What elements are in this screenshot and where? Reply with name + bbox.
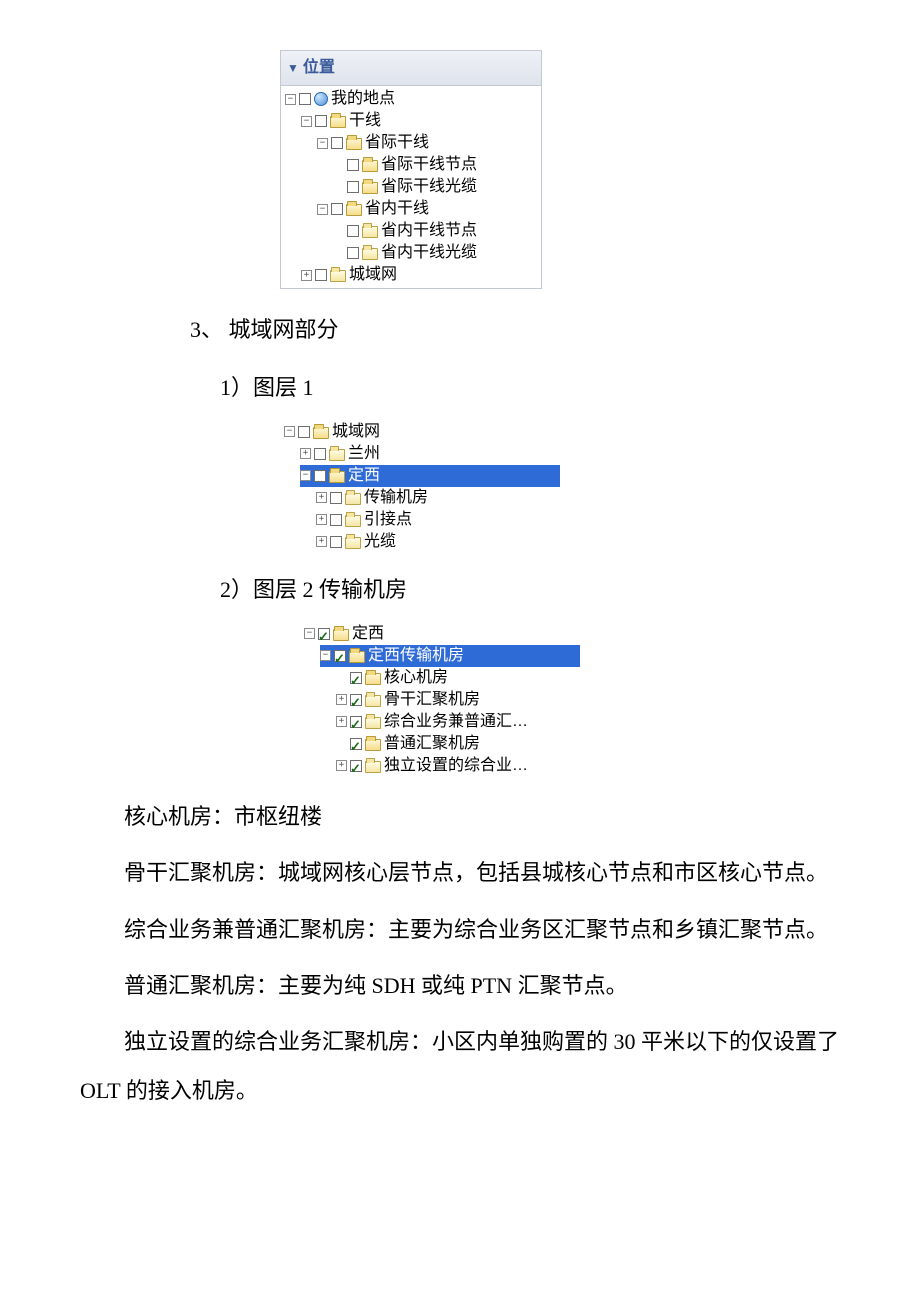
checkbox-checked[interactable]	[350, 672, 362, 684]
tree-item-man[interactable]: + 城域网	[301, 264, 541, 286]
minus-icon[interactable]: −	[301, 116, 312, 127]
minus-icon[interactable]: −	[300, 470, 311, 481]
tree-item-independent-room[interactable]: + 独立设置的综合业…	[336, 755, 580, 777]
spacer	[336, 672, 347, 683]
checkbox[interactable]	[331, 203, 343, 215]
folder-open-icon	[349, 651, 365, 663]
plus-icon[interactable]: +	[316, 514, 327, 525]
minus-icon[interactable]: −	[317, 138, 328, 149]
folder-open-icon	[329, 471, 345, 483]
checkbox[interactable]	[347, 181, 359, 193]
minus-icon[interactable]: −	[285, 94, 296, 105]
spacer	[336, 738, 347, 749]
plus-icon[interactable]: +	[336, 760, 347, 771]
folder-closed-icon	[330, 270, 346, 282]
tree-body: − 我的地点 − 干线	[280, 86, 542, 289]
checkbox[interactable]	[299, 93, 311, 105]
tree-item-man-root[interactable]: − 城域网	[284, 421, 560, 443]
folder-open-icon	[330, 116, 346, 128]
para-mixed-room: 综合业务兼普通汇聚机房：主要为综合业务区汇聚节点和乡镇汇聚节点。	[80, 906, 840, 954]
spacer	[333, 248, 344, 259]
folder-closed-icon	[345, 537, 361, 549]
folder-closed-icon	[365, 717, 381, 729]
folder-closed-icon	[345, 515, 361, 527]
layer1-tree-panel: − 城域网 + 兰州	[280, 419, 560, 555]
tree-root: − 城域网 + 兰州	[284, 421, 560, 553]
globe-icon	[314, 92, 328, 106]
checkbox[interactable]	[330, 514, 342, 526]
checkbox-checked[interactable]	[350, 694, 362, 706]
spacer	[333, 160, 344, 171]
tree-item-my-places[interactable]: − 我的地点	[285, 88, 541, 110]
plus-icon[interactable]: +	[300, 448, 311, 459]
folder-closed-icon	[345, 493, 361, 505]
plus-icon[interactable]: +	[336, 716, 347, 727]
plus-icon[interactable]: +	[336, 694, 347, 705]
folder-open-icon	[333, 629, 349, 641]
folder-open-icon	[346, 204, 362, 216]
checkbox-checked[interactable]	[350, 716, 362, 728]
folder-open-icon	[362, 182, 378, 194]
tree-item-dingxi-transroom[interactable]: − 定西传输机房	[320, 645, 580, 667]
tree-root: − 我的地点 − 干线	[285, 88, 541, 286]
checkbox[interactable]	[298, 426, 310, 438]
location-tree-panel: ▼ 位置 − 我的地点 − 干线	[280, 50, 840, 289]
checkbox[interactable]	[330, 536, 342, 548]
folder-open-icon	[346, 138, 362, 150]
minus-icon[interactable]: −	[304, 628, 315, 639]
para-independent-room: 独立设置的综合业务汇聚机房：小区内单独购置的 30 平米以下的仅设置了 OLT …	[80, 1018, 840, 1115]
folder-open-icon	[313, 427, 329, 439]
folder-closed-icon	[362, 248, 378, 260]
folder-closed-icon	[365, 695, 381, 707]
tree-item-dingxi[interactable]: − 定西	[300, 465, 560, 487]
checkbox[interactable]	[314, 448, 326, 460]
checkbox-checked[interactable]	[350, 760, 362, 772]
checkbox[interactable]	[347, 159, 359, 171]
tree-item-lanzhou[interactable]: + 兰州	[300, 443, 560, 465]
spacer	[333, 182, 344, 193]
para-backbone-room: 骨干汇聚机房：城域网核心层节点，包括县城核心节点和市区核心节点。	[80, 849, 840, 897]
checkbox[interactable]	[331, 137, 343, 149]
tree-body: − 城域网 + 兰州	[280, 419, 560, 555]
checkbox[interactable]	[347, 225, 359, 237]
tree-item-transroom[interactable]: + 传输机房	[316, 487, 560, 509]
spacer	[333, 226, 344, 237]
tree-item-cable[interactable]: + 光缆	[316, 531, 560, 553]
sub-heading-layer1: 1）图层 1	[220, 367, 840, 409]
section-3-heading: 3、 城域网部分	[190, 309, 840, 351]
folder-open-icon	[365, 739, 381, 751]
checkbox[interactable]	[314, 470, 326, 482]
checkbox[interactable]	[347, 247, 359, 259]
layer2-tree-panel: − 定西 − 定西传输机房	[300, 621, 580, 779]
minus-icon[interactable]: −	[284, 426, 295, 437]
para-common-room: 普通汇聚机房：主要为纯 SDH 或纯 PTN 汇聚节点。	[80, 962, 840, 1010]
plus-icon[interactable]: +	[301, 270, 312, 281]
folder-closed-icon	[365, 761, 381, 773]
checkbox-checked[interactable]	[350, 738, 362, 750]
folder-closed-icon	[362, 226, 378, 238]
checkbox-checked[interactable]	[318, 628, 330, 640]
checkbox-checked[interactable]	[334, 650, 346, 662]
folder-open-icon	[362, 160, 378, 172]
tree-header-label: 位置	[303, 53, 335, 83]
minus-icon[interactable]: −	[317, 204, 328, 215]
minus-icon[interactable]: −	[320, 650, 331, 661]
checkbox[interactable]	[315, 115, 327, 127]
checkbox[interactable]	[315, 269, 327, 281]
tree-header: ▼ 位置	[280, 50, 542, 86]
para-core-room: 核心机房：市枢纽楼	[80, 793, 840, 841]
tree-item-yinjie[interactable]: + 引接点	[316, 509, 560, 531]
plus-icon[interactable]: +	[316, 536, 327, 547]
tree-root: − 定西 − 定西传输机房	[304, 623, 580, 777]
folder-closed-icon	[329, 449, 345, 461]
tree-body: − 定西 − 定西传输机房	[300, 621, 580, 779]
triangle-down-icon: ▼	[287, 57, 299, 80]
plus-icon[interactable]: +	[316, 492, 327, 503]
folder-open-icon	[365, 673, 381, 685]
node-label: 光缆	[364, 527, 396, 557]
node-label: 独立设置的综合业…	[384, 751, 528, 781]
node-label: 城域网	[349, 260, 397, 290]
checkbox[interactable]	[330, 492, 342, 504]
sub-heading-layer2: 2）图层 2 传输机房	[220, 569, 840, 611]
